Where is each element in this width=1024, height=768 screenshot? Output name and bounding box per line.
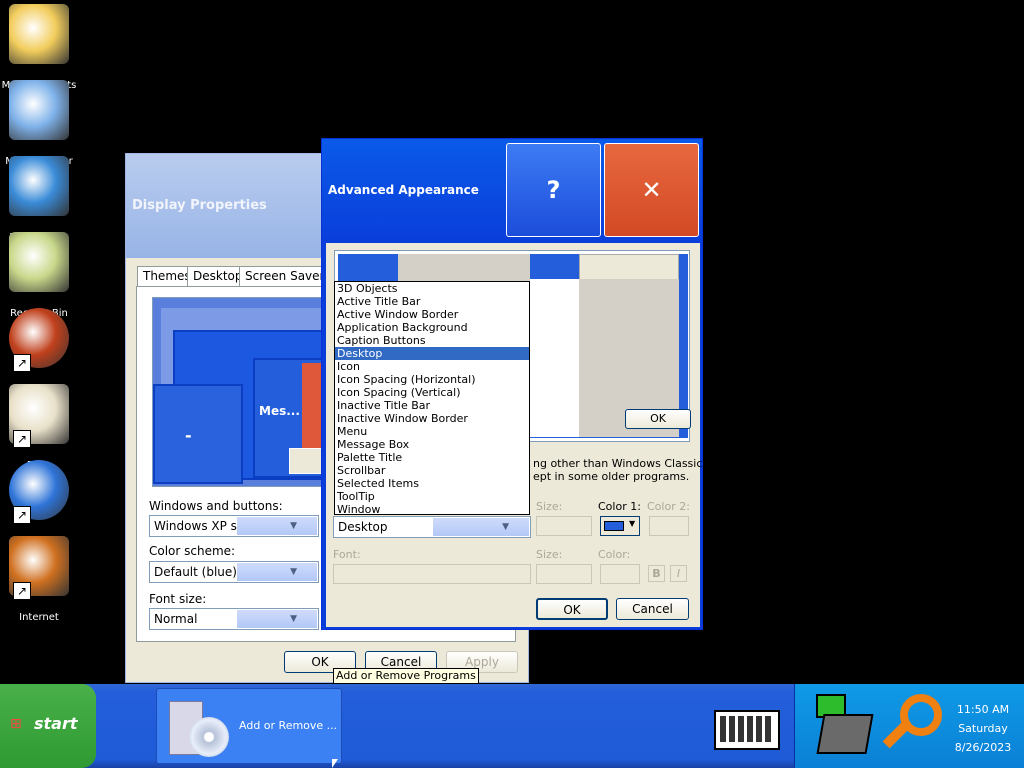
color2-label: Color 2: <box>647 500 690 513</box>
list-item[interactable]: Palette Title <box>335 451 529 464</box>
list-item[interactable]: Caption Buttons <box>335 334 529 347</box>
preview-window-front: - <box>153 384 243 484</box>
desktop-icon-my-network-places[interactable]: My Network Places <box>0 156 78 255</box>
windows-logo-icon: ⊞ <box>10 716 22 732</box>
size-label: Size: <box>536 500 563 513</box>
list-item[interactable]: Icon Spacing (Horizontal) <box>335 373 529 386</box>
shortcut-arrow-icon: ↗ <box>13 582 31 600</box>
font-select[interactable] <box>333 564 531 584</box>
list-item[interactable]: Selected Items <box>335 477 529 490</box>
font-size-select[interactable] <box>536 564 592 584</box>
italic-button[interactable]: I <box>670 565 687 582</box>
internet-icon: ↗ <box>9 536 69 600</box>
preview-ok-button[interactable]: OK <box>625 409 691 429</box>
list-item[interactable]: Icon <box>335 360 529 373</box>
chevron-down-icon: ▼ <box>237 563 317 581</box>
browser-icon: ↗ <box>9 460 69 524</box>
color-scheme-label: Color scheme: <box>149 544 236 558</box>
keyboard-icon[interactable] <box>714 696 780 752</box>
chevron-down-icon: ▼ <box>433 518 529 536</box>
list-item[interactable]: ToolTip <box>335 490 529 503</box>
shortcut-arrow-icon: ↗ <box>13 430 31 448</box>
aa-cancel-button[interactable]: Cancel <box>616 598 689 620</box>
mouse-cursor-icon <box>332 759 338 768</box>
desktop-icon-my-documents[interactable]: My Documents <box>0 4 78 91</box>
desktop-icon-microsoft-outlook[interactable]: ↗Microsoft Outlook <box>0 308 78 407</box>
chevron-down-icon: ▼ <box>237 517 317 535</box>
recycle-bin-icon <box>9 232 69 292</box>
list-item[interactable]: Window <box>335 503 529 514</box>
aa-ok-button[interactable]: OK <box>536 598 608 620</box>
desktop-icon-recycle-bin[interactable]: Recycle Bin <box>0 232 78 319</box>
clock[interactable]: 11:50 AM Saturday 8/26/2023 <box>950 700 1016 757</box>
list-item[interactable]: Application Background <box>335 321 529 334</box>
close-button[interactable]: ✕ <box>604 143 699 237</box>
color1-button[interactable]: ▼ <box>600 516 640 536</box>
font-size-label: Font size: <box>149 592 207 606</box>
desktop-icon-my-computer[interactable]: My Computer <box>0 80 78 167</box>
list-item[interactable]: Active Title Bar <box>335 295 529 308</box>
tab-screen-saver[interactable]: Screen Saver <box>239 266 331 286</box>
window-title: Advanced Appearance <box>328 183 479 197</box>
color-scheme-select[interactable]: Default (blue) ▼ <box>149 561 319 583</box>
help-button[interactable]: ? <box>506 143 601 237</box>
list-item[interactable]: Message Box <box>335 438 529 451</box>
font-color-label: Color: <box>598 548 631 561</box>
advanced-appearance-title-bar[interactable]: Advanced Appearance ? ✕ <box>322 139 702 241</box>
font-label: Font: <box>333 548 361 561</box>
cd-installer-icon <box>167 695 231 759</box>
tray-network-icon[interactable] <box>810 690 876 760</box>
desktop-icon-pego[interactable]: ↗Pego <box>0 384 78 471</box>
font-size-label: Size: <box>536 548 563 561</box>
clock-date: 8/26/2023 <box>954 741 1012 754</box>
desktop-icon-mypal-68[interactable]: ↗MyPal 68 <box>0 460 78 547</box>
size-spinner[interactable] <box>536 516 592 536</box>
list-item[interactable]: Icon Spacing (Vertical) <box>335 386 529 399</box>
taskbar-item-add-remove[interactable]: Add or Remove ... <box>156 688 342 764</box>
clock-day: Saturday <box>958 722 1008 735</box>
tooltip: Add or Remove Programs <box>333 668 479 684</box>
list-item[interactable]: 3D Objects <box>335 282 529 295</box>
list-item[interactable]: Menu <box>335 425 529 438</box>
item-select[interactable]: Desktop ▼ <box>333 516 531 538</box>
font-color-button[interactable] <box>600 564 640 584</box>
list-item[interactable]: Inactive Title Bar <box>335 399 529 412</box>
shortcut-arrow-icon: ↗ <box>13 354 31 372</box>
font-size-select[interactable]: Normal ▼ <box>149 608 319 630</box>
start-button[interactable]: ⊞ start <box>0 684 96 768</box>
window-title: Display Properties <box>132 198 267 213</box>
color2-button[interactable] <box>649 516 689 536</box>
list-item[interactable]: Scrollbar <box>335 464 529 477</box>
start-label: start <box>34 714 78 733</box>
windows-buttons-label: Windows and buttons: <box>149 499 283 513</box>
desktop-icon-label: Internet <box>19 612 59 623</box>
list-item[interactable]: Desktop <box>335 347 529 360</box>
folder-icon <box>9 4 69 64</box>
color1-label: Color 1: <box>598 500 641 513</box>
preview-button: - <box>185 426 192 445</box>
windows-buttons-select[interactable]: Windows XP style ▼ <box>149 515 319 537</box>
clock-time: 11:50 AM <box>956 703 1010 716</box>
desktop-icon-internet[interactable]: ↗ Internet <box>0 536 78 623</box>
outlook-icon: ↗ <box>9 308 69 372</box>
network-icon <box>9 156 69 216</box>
tray-search-icon[interactable] <box>878 690 944 760</box>
task-label: Add or Remove ... <box>239 719 338 732</box>
item-dropdown-list[interactable]: 3D Objects Active Title Bar Active Window … <box>334 281 530 515</box>
computer-icon <box>9 80 69 140</box>
list-item[interactable]: Active Window Border <box>335 308 529 321</box>
bold-button[interactable]: B <box>648 565 665 582</box>
note-line-1: ng other than Windows Classic, <box>533 457 706 470</box>
chevron-down-icon: ▼ <box>237 610 317 628</box>
shortcut-arrow-icon: ↗ <box>13 506 31 524</box>
preview-message-title: Mes... <box>259 404 300 418</box>
raccoon-icon: ↗ <box>9 384 69 448</box>
note-line-2: ept in some older programs. <box>533 470 690 483</box>
list-item[interactable]: Inactive Window Border <box>335 412 529 425</box>
